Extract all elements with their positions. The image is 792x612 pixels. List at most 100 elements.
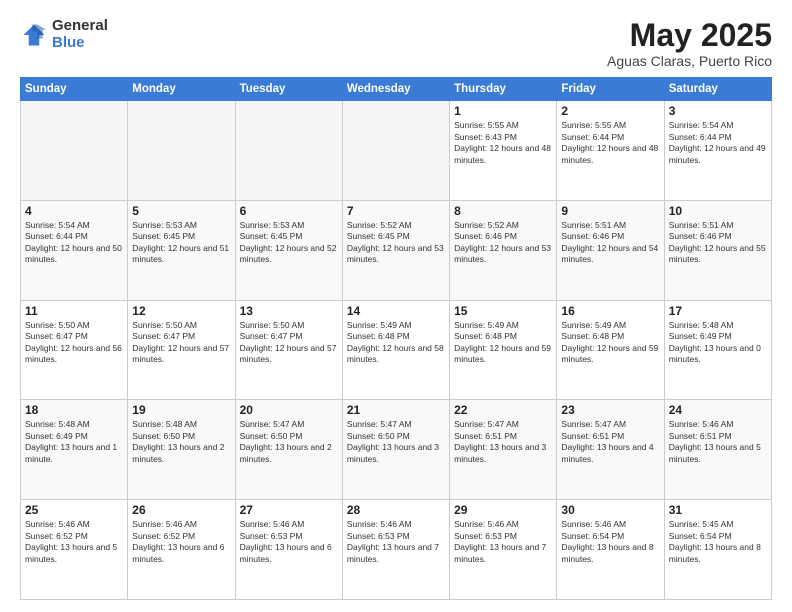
day-number: 29 <box>454 503 552 517</box>
calendar-cell: 19 Sunrise: 5:48 AMSunset: 6:50 PMDayligh… <box>128 400 235 500</box>
day-info: Sunrise: 5:49 AMSunset: 6:48 PMDaylight:… <box>347 320 445 366</box>
day-number: 3 <box>669 104 767 118</box>
day-number: 27 <box>240 503 338 517</box>
day-number: 9 <box>561 204 659 218</box>
header: General Blue May 2025 Aguas Claras, Puer… <box>20 18 772 69</box>
calendar-cell: 12 Sunrise: 5:50 AMSunset: 6:47 PMDayligh… <box>128 300 235 400</box>
day-number: 25 <box>25 503 123 517</box>
calendar-cell: 21Sunrise: 5:47 AMSunset: 6:50 PMDayligh… <box>342 400 449 500</box>
day-number: 19 <box>132 403 230 417</box>
calendar-cell: 11 Sunrise: 5:50 AMSunset: 6:47 PMDayligh… <box>21 300 128 400</box>
calendar-cell: 25 Sunrise: 5:46 AMSunset: 6:52 PMDayligh… <box>21 500 128 600</box>
calendar-cell <box>21 101 128 201</box>
calendar-cell: 14 Sunrise: 5:49 AMSunset: 6:48 PMDayligh… <box>342 300 449 400</box>
col-friday: Friday <box>557 78 664 101</box>
day-info: Sunrise: 5:55 AMSunset: 6:43 PMDaylight:… <box>454 120 552 166</box>
day-number: 5 <box>132 204 230 218</box>
col-thursday: Thursday <box>450 78 557 101</box>
col-sunday: Sunday <box>21 78 128 101</box>
calendar-cell: 3 Sunrise: 5:54 AMSunset: 6:44 PMDaylight… <box>664 101 771 201</box>
calendar-cell: 9Sunrise: 5:51 AMSunset: 6:46 PMDaylight… <box>557 200 664 300</box>
day-number: 28 <box>347 503 445 517</box>
logo-blue-text: Blue <box>52 35 108 52</box>
day-info: Sunrise: 5:48 AMSunset: 6:49 PMDaylight:… <box>669 320 767 366</box>
day-number: 11 <box>25 304 123 318</box>
calendar-cell: 18Sunrise: 5:48 AMSunset: 6:49 PMDayligh… <box>21 400 128 500</box>
day-info: Sunrise: 5:49 AMSunset: 6:48 PMDaylight:… <box>454 320 552 366</box>
logo: General Blue <box>20 18 108 51</box>
day-info: Sunrise: 5:52 AMSunset: 6:46 PMDaylight:… <box>454 220 552 266</box>
calendar-cell: 1 Sunrise: 5:55 AMSunset: 6:43 PMDaylight… <box>450 101 557 201</box>
day-info: Sunrise: 5:48 AMSunset: 6:50 PMDaylight:… <box>132 419 230 465</box>
calendar-cell: 27 Sunrise: 5:46 AMSunset: 6:53 PMDayligh… <box>235 500 342 600</box>
col-saturday: Saturday <box>664 78 771 101</box>
calendar-cell: 17Sunrise: 5:48 AMSunset: 6:49 PMDayligh… <box>664 300 771 400</box>
day-number: 12 <box>132 304 230 318</box>
day-info: Sunrise: 5:53 AMSunset: 6:45 PMDaylight:… <box>240 220 338 266</box>
day-number: 21 <box>347 403 445 417</box>
location: Aguas Claras, Puerto Rico <box>607 53 772 69</box>
day-info: Sunrise: 5:46 AMSunset: 6:53 PMDaylight:… <box>454 519 552 565</box>
logo-icon <box>20 21 48 49</box>
day-number: 20 <box>240 403 338 417</box>
day-number: 1 <box>454 104 552 118</box>
calendar-cell: 23Sunrise: 5:47 AMSunset: 6:51 PMDayligh… <box>557 400 664 500</box>
day-info: Sunrise: 5:46 AMSunset: 6:53 PMDaylight:… <box>240 519 338 565</box>
title-block: May 2025 Aguas Claras, Puerto Rico <box>607 18 772 69</box>
calendar-cell: 24 Sunrise: 5:46 AMSunset: 6:51 PMDayligh… <box>664 400 771 500</box>
page: General Blue May 2025 Aguas Claras, Puer… <box>0 0 792 612</box>
calendar-cell: 30Sunrise: 5:46 AMSunset: 6:54 PMDayligh… <box>557 500 664 600</box>
day-info: Sunrise: 5:53 AMSunset: 6:45 PMDaylight:… <box>132 220 230 266</box>
day-info: Sunrise: 5:50 AMSunset: 6:47 PMDaylight:… <box>132 320 230 366</box>
calendar-cell: 2Sunrise: 5:55 AMSunset: 6:44 PMDaylight… <box>557 101 664 201</box>
day-number: 6 <box>240 204 338 218</box>
day-info: Sunrise: 5:52 AMSunset: 6:45 PMDaylight:… <box>347 220 445 266</box>
calendar-cell: 6 Sunrise: 5:53 AMSunset: 6:45 PMDaylight… <box>235 200 342 300</box>
col-tuesday: Tuesday <box>235 78 342 101</box>
day-number: 13 <box>240 304 338 318</box>
day-info: Sunrise: 5:46 AMSunset: 6:53 PMDaylight:… <box>347 519 445 565</box>
col-monday: Monday <box>128 78 235 101</box>
calendar-cell: 28 Sunrise: 5:46 AMSunset: 6:53 PMDayligh… <box>342 500 449 600</box>
calendar-week-3: 11 Sunrise: 5:50 AMSunset: 6:47 PMDayligh… <box>21 300 772 400</box>
day-number: 16 <box>561 304 659 318</box>
calendar-cell <box>235 101 342 201</box>
calendar-cell <box>128 101 235 201</box>
calendar-cell: 20 Sunrise: 5:47 AMSunset: 6:50 PMDayligh… <box>235 400 342 500</box>
day-info: Sunrise: 5:46 AMSunset: 6:52 PMDaylight:… <box>25 519 123 565</box>
logo-general-text: General <box>52 18 108 35</box>
calendar-week-5: 25 Sunrise: 5:46 AMSunset: 6:52 PMDayligh… <box>21 500 772 600</box>
calendar-cell: 22Sunrise: 5:47 AMSunset: 6:51 PMDayligh… <box>450 400 557 500</box>
calendar-table: Sunday Monday Tuesday Wednesday Thursday… <box>20 77 772 600</box>
day-number: 23 <box>561 403 659 417</box>
calendar-cell: 13 Sunrise: 5:50 AMSunset: 6:47 PMDayligh… <box>235 300 342 400</box>
day-info: Sunrise: 5:55 AMSunset: 6:44 PMDaylight:… <box>561 120 659 166</box>
day-number: 4 <box>25 204 123 218</box>
day-number: 8 <box>454 204 552 218</box>
day-info: Sunrise: 5:46 AMSunset: 6:51 PMDaylight:… <box>669 419 767 465</box>
day-number: 24 <box>669 403 767 417</box>
day-info: Sunrise: 5:49 AMSunset: 6:48 PMDaylight:… <box>561 320 659 366</box>
calendar-week-4: 18Sunrise: 5:48 AMSunset: 6:49 PMDayligh… <box>21 400 772 500</box>
day-number: 31 <box>669 503 767 517</box>
calendar-cell: 5 Sunrise: 5:53 AMSunset: 6:45 PMDaylight… <box>128 200 235 300</box>
day-info: Sunrise: 5:50 AMSunset: 6:47 PMDaylight:… <box>25 320 123 366</box>
day-number: 14 <box>347 304 445 318</box>
calendar-cell <box>342 101 449 201</box>
day-info: Sunrise: 5:50 AMSunset: 6:47 PMDaylight:… <box>240 320 338 366</box>
day-number: 26 <box>132 503 230 517</box>
day-info: Sunrise: 5:54 AMSunset: 6:44 PMDaylight:… <box>669 120 767 166</box>
calendar-cell: 15Sunrise: 5:49 AMSunset: 6:48 PMDayligh… <box>450 300 557 400</box>
calendar-cell: 16 Sunrise: 5:49 AMSunset: 6:48 PMDayligh… <box>557 300 664 400</box>
day-info: Sunrise: 5:45 AMSunset: 6:54 PMDaylight:… <box>669 519 767 565</box>
day-info: Sunrise: 5:48 AMSunset: 6:49 PMDaylight:… <box>25 419 123 465</box>
day-info: Sunrise: 5:47 AMSunset: 6:50 PMDaylight:… <box>240 419 338 465</box>
day-info: Sunrise: 5:51 AMSunset: 6:46 PMDaylight:… <box>669 220 767 266</box>
calendar-cell: 29 Sunrise: 5:46 AMSunset: 6:53 PMDayligh… <box>450 500 557 600</box>
col-wednesday: Wednesday <box>342 78 449 101</box>
calendar-cell: 7 Sunrise: 5:52 AMSunset: 6:45 PMDaylight… <box>342 200 449 300</box>
day-number: 7 <box>347 204 445 218</box>
day-number: 30 <box>561 503 659 517</box>
calendar-cell: 8 Sunrise: 5:52 AMSunset: 6:46 PMDaylight… <box>450 200 557 300</box>
calendar-cell: 10Sunrise: 5:51 AMSunset: 6:46 PMDayligh… <box>664 200 771 300</box>
